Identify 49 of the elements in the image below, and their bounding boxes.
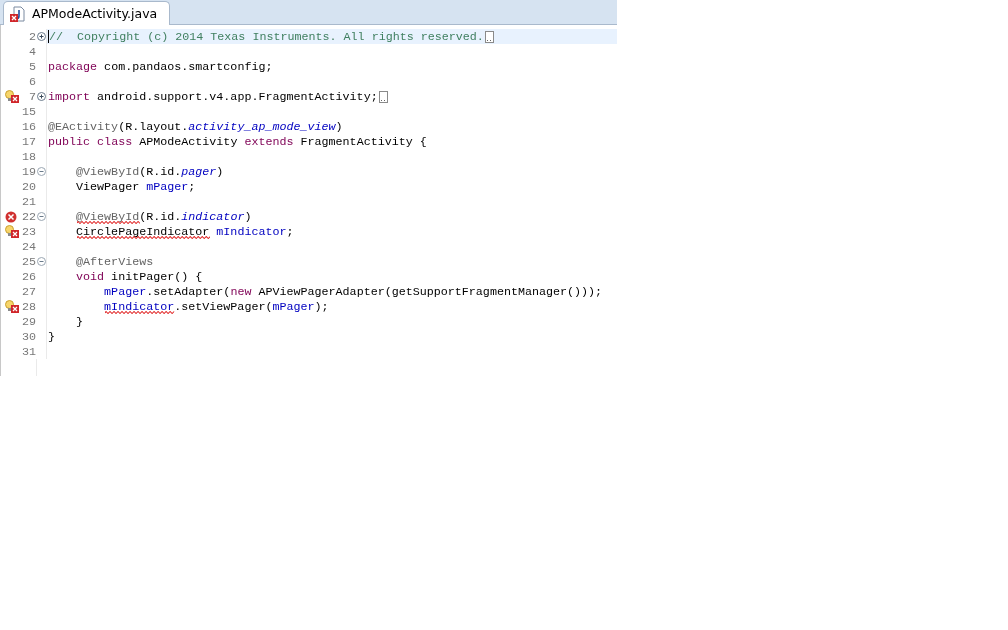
code-line: @EActivity(R.layout.activity_ap_mode_view) <box>48 119 343 134</box>
code-line: @ViewById(R.id.indicator) <box>75 209 252 224</box>
expand-icon[interactable] <box>36 32 46 41</box>
line-number: 6 <box>28 74 36 89</box>
collapse-icon[interactable] <box>36 167 46 176</box>
lightbulb-error-icon[interactable] <box>5 225 19 238</box>
line-number: 19 <box>22 164 36 179</box>
code-line: void initPager() { <box>75 269 203 284</box>
line-number: 23 <box>22 224 36 239</box>
code-line: package com.pandaos.smartconfig; <box>48 59 273 74</box>
lightbulb-error-icon[interactable] <box>5 90 19 103</box>
line-number: 22 <box>22 209 36 224</box>
error-icon[interactable] <box>5 210 17 223</box>
line-number: 27 <box>22 284 36 299</box>
line-number: 29 <box>22 314 36 329</box>
code-line: @ViewById(R.id.pager) <box>75 164 224 179</box>
line-number: 24 <box>22 239 36 254</box>
code-line: // Copyright (c) 2014 Texas Instruments. All rights reserved. <box>49 29 484 44</box>
code-line: mPager.setAdapter(new APViewPagerAdapter(getSupportFragmentManager())); <box>103 284 603 299</box>
code-line: mIndicator.setViewPager(mPager); <box>103 299 329 314</box>
line-number: 17 <box>22 134 36 149</box>
line-number: 2 <box>28 29 36 44</box>
code-line: public class APModeActivity extends FragmentActivity { <box>48 134 427 149</box>
line-number: 7 <box>28 89 36 104</box>
editor-tab[interactable]: APModeActivity.java <box>3 1 170 25</box>
line-number: 21 <box>22 194 36 209</box>
line-number: 18 <box>22 149 36 164</box>
code-line: ViewPager mPager; <box>75 179 196 194</box>
line-number: 20 <box>22 179 36 194</box>
code-line: import android.support.v4.app.FragmentActivity; <box>48 89 378 104</box>
collapse-icon[interactable] <box>36 212 46 221</box>
line-number: 30 <box>22 329 36 344</box>
line-number: 25 <box>22 254 36 269</box>
line-number: 26 <box>22 269 36 284</box>
line-number: 15 <box>22 104 36 119</box>
lightbulb-error-icon[interactable] <box>5 300 19 313</box>
line-number: 28 <box>22 299 36 314</box>
code-line: } <box>48 329 55 344</box>
code-line: @AfterViews <box>75 254 154 269</box>
code-line: CirclePageIndicator mIndicator; <box>75 224 294 239</box>
folded-code-icon[interactable] <box>378 90 388 103</box>
folded-code-icon[interactable] <box>484 30 494 43</box>
code-line: } <box>75 314 84 329</box>
line-number: 31 <box>22 344 36 359</box>
line-number: 4 <box>28 44 36 59</box>
collapse-icon[interactable] <box>36 257 46 266</box>
line-number: 5 <box>28 59 36 74</box>
expand-icon[interactable] <box>36 92 46 101</box>
line-number: 16 <box>22 119 36 134</box>
